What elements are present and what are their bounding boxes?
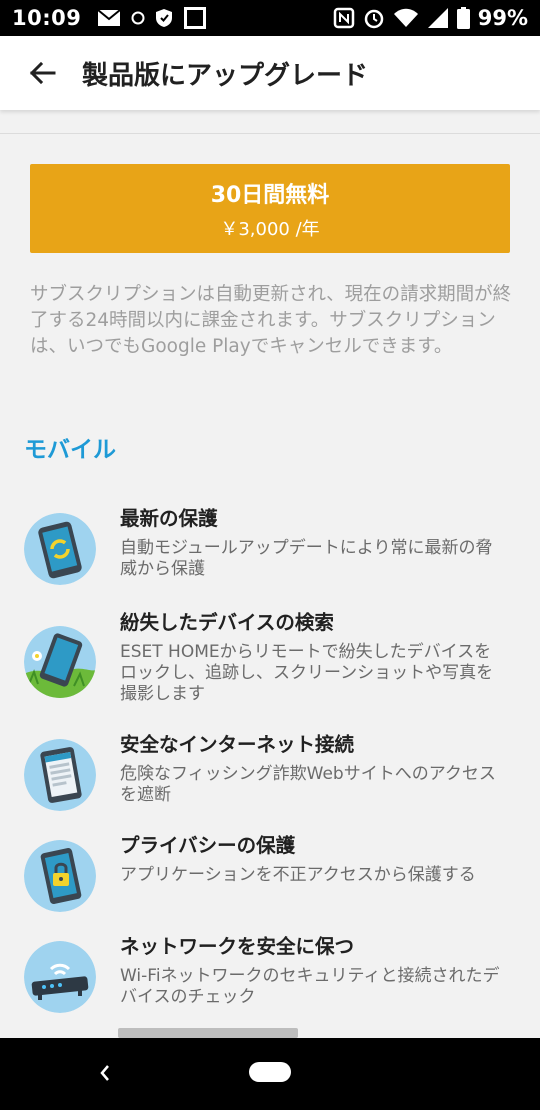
- nav-home-button[interactable]: [249, 1062, 291, 1082]
- feature-text: 安全なインターネット接続 危険なフィッシング詐欺Webサイトへのアクセスを遮断: [120, 731, 500, 806]
- update-phone-icon: [24, 513, 96, 585]
- nav-back-button[interactable]: [94, 1060, 116, 1086]
- feature-title: プライバシーの保護: [120, 834, 296, 857]
- offer-price: ￥3,000 /年: [220, 218, 320, 240]
- free-trial-button[interactable]: 30日間無料 ￥3,000 /年: [30, 164, 510, 253]
- battery-icon: [456, 7, 470, 29]
- scrolled-content-strip: [0, 110, 540, 134]
- status-left-icons: [97, 6, 207, 30]
- feature-text: 紛失したデバイスの検索 ESET HOMEからリモートで紛失したデバイスをロック…: [120, 609, 500, 705]
- section-title-mobile: モバイル: [24, 437, 116, 463]
- feature-title: 最新の保護: [120, 507, 218, 530]
- mail-icon: [97, 9, 121, 27]
- feature-title: ネットワークを安全に保つ: [120, 935, 355, 958]
- lost-phone-icon: [24, 626, 96, 698]
- next-feature-cutoff: [118, 1028, 318, 1038]
- status-bar: 10:09 99%: [0, 0, 540, 36]
- wifi-icon: [393, 8, 419, 28]
- lock-phone-icon: [24, 840, 96, 912]
- back-button[interactable]: [14, 45, 70, 101]
- signal-icon: [427, 7, 449, 29]
- arrow-left-icon: [29, 61, 56, 85]
- at-icon: [131, 11, 145, 25]
- offer-title: 30日間無料: [210, 182, 330, 208]
- feature-title: 紛失したデバイスの検索: [120, 611, 334, 634]
- feature-desc: ESET HOMEからリモートで紛失したデバイスをロックし、追跡し、スクリーンシ…: [120, 642, 494, 704]
- status-time: 10:09: [12, 6, 82, 30]
- status-right-icons: 99%: [333, 6, 528, 30]
- page-title: 製品版にアップグレード: [82, 60, 369, 91]
- router-icon: [24, 941, 96, 1013]
- chevron-left-icon: [100, 1065, 109, 1081]
- browser-phone-icon: [24, 739, 96, 811]
- feature-text: 最新の保護 自動モジュールアップデートにより常に最新の脅威から保護: [120, 505, 500, 580]
- system-nav-bar: [0, 1038, 540, 1110]
- subscription-note: サブスクリプションは自動更新され、現在の請求期間が終了する24時間以内に課金され…: [30, 284, 512, 357]
- feature-desc: 危険なフィッシング詐欺Webサイトへのアクセスを遮断: [120, 764, 496, 805]
- alarm-icon: [363, 7, 385, 29]
- battery-percent: 99%: [477, 6, 528, 30]
- shield-icon: [155, 8, 173, 28]
- feature-text: ネットワークを安全に保つ Wi-Fiネットワークのセキュリティと接続されたデバイ…: [120, 933, 500, 1008]
- nfc-icon: [333, 7, 355, 29]
- feature-desc: Wi-Fiネットワークのセキュリティと接続されたデバイスのチェック: [120, 966, 500, 1007]
- feature-title: 安全なインターネット接続: [120, 733, 355, 756]
- feature-text: プライバシーの保護 アプリケーションを不正アクセスから保護する: [120, 832, 500, 886]
- feature-desc: アプリケーションを不正アクセスから保護する: [120, 865, 476, 885]
- app-bar: 製品版にアップグレード: [0, 36, 540, 110]
- notification-icon: [183, 6, 207, 30]
- feature-desc: 自動モジュールアップデートにより常に最新の脅威から保護: [120, 538, 493, 579]
